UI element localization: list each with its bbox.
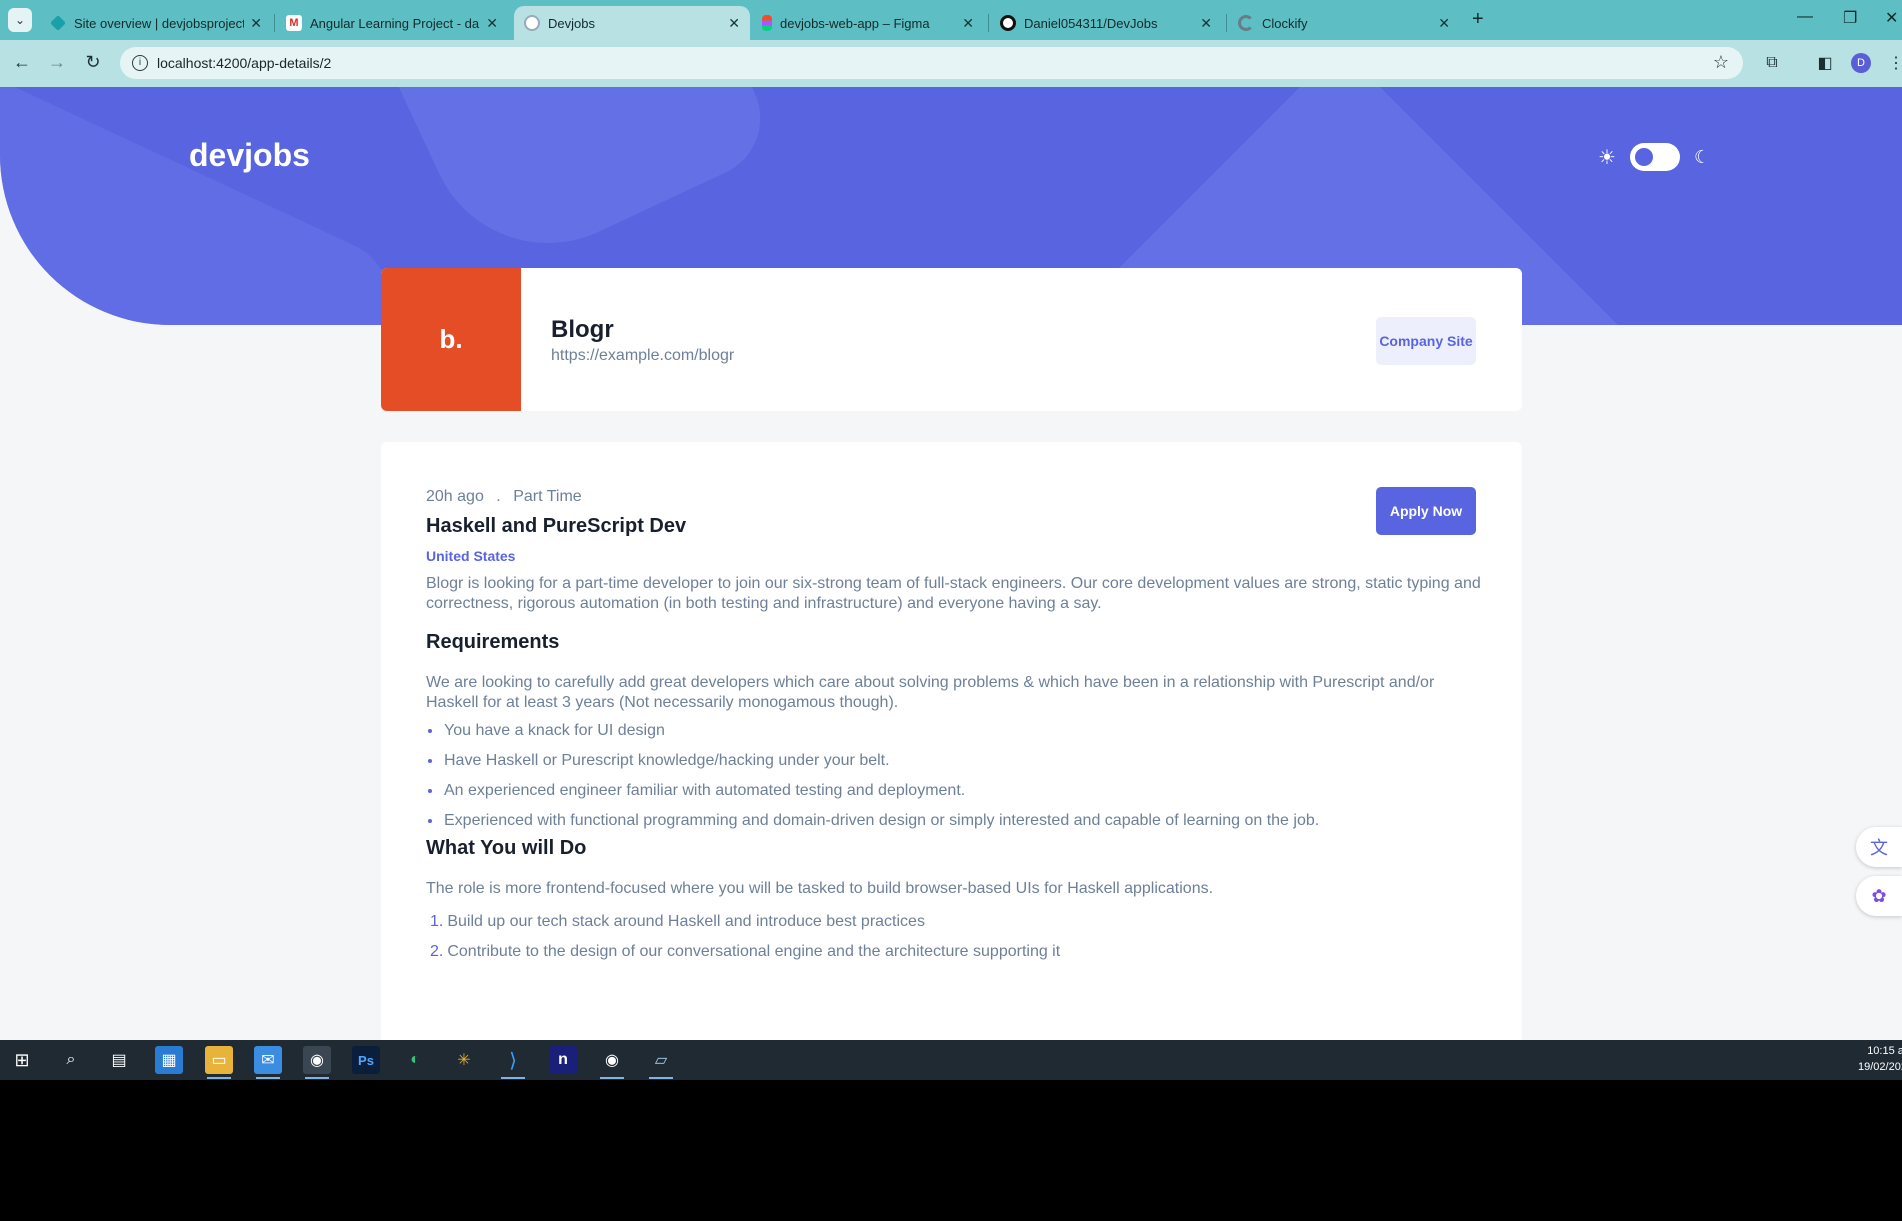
screen-background	[0, 1080, 1902, 1221]
switch-knob	[1634, 148, 1653, 166]
list-item: Experienced with functional programming …	[426, 811, 1319, 831]
back-icon[interactable]: ←	[11, 51, 33, 73]
store-icon[interactable]: ▦	[155, 1046, 183, 1074]
role-heading: What You will Do	[426, 837, 587, 859]
brain-extension-icon[interactable]: ✿	[1856, 876, 1902, 916]
edge-icon[interactable]: ◐	[401, 1046, 429, 1074]
company-card: b. Blogr https://example.com/blogr Compa…	[381, 268, 1522, 411]
requirements-list: You have a knack for UI design Have Hask…	[426, 721, 1319, 841]
banner-shape	[0, 87, 410, 325]
search-icon[interactable]: ⌕	[57, 1046, 85, 1074]
job-description: Blogr is looking for a part-time develop…	[426, 575, 1481, 612]
tab-clockify[interactable]: Clockify ✕	[1228, 6, 1460, 40]
requirements-content: We are looking to carefully add great de…	[426, 674, 1435, 711]
tab-search-button[interactable]: ⌄	[8, 8, 32, 32]
theme-switch[interactable]	[1629, 143, 1680, 171]
tab-github[interactable]: Daniel054311/DevJobs ✕	[990, 6, 1222, 40]
close-window-icon[interactable]: ✕	[1885, 8, 1898, 28]
browser-window: ⌄ Site overview | devjobsproject | ✕ M A…	[0, 0, 1902, 1040]
taskbar	[0, 1040, 1902, 1080]
requirements-heading: Requirements	[426, 631, 560, 653]
theme-toggle: ☀ ☾	[1598, 143, 1710, 171]
company-site-button[interactable]: Company Site	[1376, 317, 1476, 365]
gmail-icon: M	[286, 15, 302, 31]
list-item: 1. Build up our tech stack around Haskell…	[430, 913, 925, 930]
close-icon[interactable]: ✕	[250, 15, 262, 32]
notion-icon[interactable]: n	[549, 1046, 577, 1074]
moon-icon: ☾	[1693, 146, 1711, 167]
close-icon[interactable]: ✕	[1438, 15, 1450, 32]
translate-extension-icon[interactable]: 文	[1856, 827, 1902, 867]
slack-icon[interactable]: ✳	[450, 1046, 478, 1074]
figma-icon	[762, 15, 772, 31]
tab-devjobs[interactable]: Devjobs ✕	[514, 6, 750, 40]
tab-separator	[1226, 14, 1227, 32]
list-item: Have Haskell or Purescript knowledge/hac…	[426, 751, 1319, 771]
netlify-icon	[50, 15, 66, 31]
contract-type: Part Time	[513, 488, 582, 505]
profile-avatar[interactable]: D	[1851, 53, 1871, 73]
close-icon[interactable]: ✕	[962, 15, 974, 32]
site-info-icon[interactable]: i	[132, 55, 148, 71]
close-icon[interactable]: ✕	[1200, 15, 1212, 32]
new-tab-button[interactable]: +	[1472, 8, 1484, 31]
tab-separator	[274, 14, 275, 32]
extensions-icon[interactable]: ⧉	[1760, 51, 1784, 75]
system-clock[interactable]: 10:15 am 19/02/2024	[1858, 1043, 1902, 1075]
job-title: Haskell and PureScript Dev	[426, 515, 687, 537]
close-icon[interactable]: ✕	[486, 15, 498, 32]
tab-site-overview[interactable]: Site overview | devjobsproject | ✕	[40, 6, 272, 40]
tab-figma[interactable]: devjobs-web-app – Figma ✕	[752, 6, 984, 40]
file-explorer-icon[interactable]: ▭	[205, 1046, 233, 1079]
globe-icon	[524, 15, 540, 31]
job-meta: 20h ago . Part Time	[426, 488, 590, 506]
role-list: 1. Build up our tech stack around Haskell…	[426, 912, 1060, 972]
address-bar[interactable]: i localhost:4200/app-details/2 ☆	[120, 47, 1743, 79]
task-view-icon[interactable]: ▤	[105, 1046, 133, 1074]
photoshop-icon[interactable]: Ps	[352, 1046, 380, 1074]
list-item: 2. Contribute to the design of our conver…	[430, 943, 1061, 960]
vscode-icon[interactable]: ⟩	[499, 1046, 527, 1079]
company-name: Blogr	[551, 316, 614, 343]
side-panel-icon[interactable]: ◧	[1813, 51, 1837, 75]
company-logo: b.	[381, 268, 521, 411]
site-logo[interactable]: devjobs	[189, 137, 310, 174]
list-item: An experienced engineer familiar with au…	[426, 781, 1319, 801]
apply-now-button[interactable]: Apply Now	[1376, 487, 1476, 535]
minimize-icon[interactable]: —	[1797, 8, 1813, 26]
role-content: The role is more frontend-focused where …	[426, 880, 1214, 897]
menu-icon[interactable]: ⋮	[1884, 51, 1902, 75]
tab-separator	[988, 14, 989, 32]
job-details-card: 20h ago . Part Time Haskell and PureScri…	[381, 442, 1522, 1040]
chrome-profile-icon[interactable]: ◉	[598, 1046, 626, 1079]
bookmark-star-icon[interactable]: ☆	[1713, 52, 1729, 73]
notepad-icon[interactable]: ▱	[647, 1046, 675, 1079]
tab-strip: ⌄ Site overview | devjobsproject | ✕ M A…	[0, 0, 1902, 40]
banner-shape	[380, 87, 780, 283]
meta-separator: .	[496, 488, 501, 505]
mail-icon[interactable]: ✉	[254, 1046, 282, 1079]
windows-start-icon[interactable]: ⊞	[8, 1046, 36, 1074]
tab-gmail[interactable]: M Angular Learning Project - dani ✕	[276, 6, 508, 40]
clockify-icon	[1238, 15, 1254, 31]
company-url: https://example.com/blogr	[551, 347, 735, 364]
reload-icon[interactable]: ↻	[82, 51, 104, 73]
github-icon	[1000, 15, 1016, 31]
chrome-icon[interactable]: ◉	[303, 1046, 331, 1079]
page-viewport: devjobs ☀ ☾ b. Blogr https://example.com…	[0, 87, 1902, 1040]
job-location: United States	[426, 548, 516, 564]
sun-icon: ☀	[1598, 146, 1616, 169]
close-icon[interactable]: ✕	[728, 15, 740, 32]
posted-time: 20h ago	[426, 488, 484, 505]
restore-icon[interactable]: ❐	[1843, 8, 1857, 28]
forward-icon[interactable]: →	[46, 51, 68, 73]
list-item: You have a knack for UI design	[426, 721, 1319, 741]
